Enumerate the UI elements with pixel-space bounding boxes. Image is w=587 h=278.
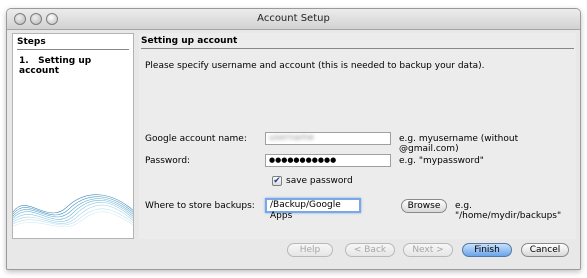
browse-button[interactable]: Browse <box>401 199 447 213</box>
save-password-label: save password <box>286 176 353 186</box>
account-name-label: Google account name: <box>145 134 247 144</box>
password-hint: e.g. "mypassword" <box>399 156 484 166</box>
account-name-input[interactable]: username <box>265 132 391 145</box>
backup-location-input[interactable]: /Backup/Google Apps <box>265 198 361 221</box>
page-title: Setting up account <box>141 36 238 46</box>
step-item: 1. Setting up account <box>19 56 133 76</box>
step-number: 1. <box>19 56 29 66</box>
step-label: Setting up account <box>19 56 92 76</box>
account-name-value: username <box>269 133 314 143</box>
main-divider <box>141 48 574 49</box>
backup-location-hint: e.g. "/home/mydir/backups" <box>455 201 562 221</box>
backup-location-label: Where to store backups: <box>145 201 255 211</box>
wave-decoration-image <box>13 194 133 228</box>
steps-panel: Steps 1. Setting up account <box>12 33 134 239</box>
account-name-hint: e.g. myusername (without @gmail.com) <box>399 134 519 154</box>
password-label: Password: <box>145 156 191 166</box>
main-panel: Setting up account Please specify userna… <box>139 33 576 239</box>
window-title: Account Setup <box>257 13 330 24</box>
next-button[interactable]: Next > <box>403 243 453 257</box>
steps-header: Steps <box>17 37 46 47</box>
help-button[interactable]: Help <box>287 243 333 257</box>
cancel-button[interactable]: Cancel <box>521 243 569 257</box>
title-bar: Account Setup <box>7 9 580 30</box>
steps-divider <box>17 49 129 50</box>
save-password-checkbox[interactable]: ✔ <box>272 176 282 186</box>
finish-button[interactable]: Finish <box>462 243 512 257</box>
password-input[interactable]: ●●●●●●●●●●● <box>265 154 391 167</box>
back-button[interactable]: < Back <box>345 243 395 257</box>
instructions-text: Please specify username and account (thi… <box>145 61 485 71</box>
setup-window: Account Setup Steps 1. Setting up accoun… <box>6 8 581 270</box>
